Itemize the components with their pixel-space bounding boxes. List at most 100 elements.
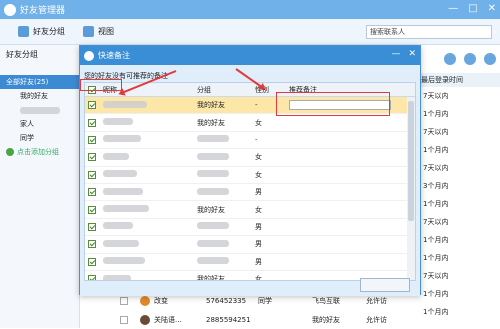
row-id: 576452335 [206, 297, 247, 305]
blurred-group [197, 257, 229, 265]
row-sex: 女 [255, 205, 262, 214]
row-checkbox[interactable] [88, 135, 96, 144]
table-row[interactable]: 男 [85, 184, 415, 202]
row-checkbox[interactable] [88, 118, 96, 127]
last-login-cell: 7天以内 [423, 92, 449, 100]
blurred-nick [103, 135, 141, 143]
last-login-header: 最后登录时间 [415, 73, 500, 87]
row-checkbox[interactable] [88, 222, 96, 231]
view-button[interactable]: 视图 [83, 26, 114, 37]
sidebar-item-classmates[interactable]: 同学 [0, 131, 79, 145]
minimize-icon[interactable]: — [448, 3, 458, 14]
row-group [193, 187, 251, 197]
plus-icon [6, 148, 14, 156]
blurred-text [20, 106, 60, 114]
row-group [193, 170, 251, 179]
annotation-box-remark [276, 92, 390, 116]
blurred-group [197, 135, 229, 143]
row-group [193, 257, 251, 266]
close-icon[interactable]: ✕ [488, 3, 496, 14]
sidebar-item-family[interactable]: 家人 [0, 117, 79, 131]
view-label: 视图 [98, 27, 114, 36]
group-icon[interactable] [464, 53, 476, 65]
row-checkbox[interactable] [88, 188, 96, 197]
app-logo-icon [4, 3, 16, 16]
table-row[interactable]: 女 [85, 149, 415, 167]
confirm-button[interactable] [360, 278, 410, 292]
remark-icon [84, 50, 94, 61]
table-row[interactable]: 男 [85, 236, 415, 254]
blurred-nick [103, 257, 145, 265]
row-checkbox[interactable] [88, 153, 96, 162]
row-group [193, 152, 251, 162]
title-bar: 好友管理器 — □ ✕ [0, 0, 500, 19]
row-permission: 允许访 [366, 297, 387, 305]
add-group-link[interactable]: 点击添加分组 [0, 145, 79, 159]
delete-icon[interactable] [484, 53, 496, 65]
row-checkbox[interactable] [88, 205, 96, 214]
blurred-nick [103, 222, 133, 230]
table-row[interactable]: 男 [85, 219, 415, 237]
blurred-nick [103, 170, 137, 178]
table-row[interactable]: 我的好友 女 [85, 114, 415, 132]
row-sex: 女 [255, 275, 262, 281]
last-login-cell: 1个月内 [423, 200, 449, 208]
blurred-nick [103, 118, 133, 126]
blurred-group [197, 222, 229, 230]
table-row[interactable]: - [85, 132, 415, 150]
sidebar-item-hidden[interactable] [0, 103, 79, 117]
table-row[interactable]: 关陆语... 2885594251 我的好友 允许访 [120, 311, 500, 329]
row-checkbox[interactable] [120, 297, 128, 305]
row-name: 关陆语... [154, 316, 182, 324]
row-group [193, 135, 251, 144]
sidebar: 好友分组 全部好友(25) 我的好友 家人 同学 点击添加分组 [0, 45, 80, 328]
row-group: 我的好友 [197, 205, 225, 214]
maximize-icon[interactable]: □ [468, 3, 477, 14]
last-login-cell: 7天以内 [423, 164, 449, 172]
row-sex: 男 [255, 222, 262, 231]
scroll-thumb[interactable] [408, 101, 414, 221]
row-name: 改变 [154, 297, 168, 305]
friend-group-button[interactable]: 好友分组 [18, 26, 65, 37]
vertical-scrollbar[interactable] [407, 97, 415, 280]
last-login-cell: 7天以内 [423, 128, 449, 136]
row-sex: 女 [255, 170, 262, 179]
avatar [140, 315, 150, 325]
blurred-nick [103, 239, 139, 247]
col-group[interactable]: 分组 [193, 85, 251, 95]
row-sex: 女 [255, 118, 262, 127]
avatar [140, 296, 150, 306]
row-checkbox[interactable] [88, 170, 96, 179]
row-checkbox[interactable] [120, 316, 128, 324]
app-title: 好友管理器 [20, 6, 66, 16]
row-checkbox[interactable] [88, 257, 96, 266]
blurred-group [197, 187, 229, 195]
sidebar-item-my-friends[interactable]: 我的好友 [0, 89, 79, 103]
friends-icon [18, 26, 29, 37]
toolbar: 好友分组 视图 搜索联系人 [0, 19, 500, 45]
add-group-label: 点击添加分组 [17, 148, 59, 156]
add-friend-icon[interactable] [444, 53, 456, 65]
blurred-nick [103, 100, 147, 108]
table-row[interactable]: 男 [85, 254, 415, 271]
last-login-cell: 3个月内 [423, 182, 449, 190]
dialog-minimize-icon[interactable]: — [391, 49, 400, 59]
last-login-column: 最后登录时间 7天以内 1个月内 7天以内 1个月内 7天以内 3个月内 1个月内 7天以内 1… [415, 45, 500, 328]
row-group [193, 222, 251, 231]
last-login-cell: 1个月内 [423, 236, 449, 244]
dialog-title: 快速备注 [98, 51, 130, 60]
row-group: 我的好友 [197, 101, 225, 110]
row-checkbox[interactable] [88, 275, 96, 280]
dialog-close-icon[interactable]: ✕ [408, 49, 416, 59]
table-row[interactable]: 女 [85, 167, 415, 184]
sidebar-item-all[interactable]: 全部好友(25) [0, 75, 79, 89]
row-checkbox[interactable] [88, 240, 96, 249]
row-permission: 允许访 [366, 316, 387, 324]
row-checkbox[interactable] [88, 101, 96, 110]
search-input[interactable]: 搜索联系人 [366, 25, 492, 39]
blurred-group [197, 239, 229, 247]
quick-remark-dialog: 快速备注 — ✕ 您的好友没有可推荐的备注 昵称 分组 性别 推荐备注 我的好友… [79, 45, 421, 296]
table-row[interactable]: 我的好友 女 [85, 201, 415, 219]
friend-group-label: 好友分组 [33, 27, 65, 36]
row-sex: 男 [255, 188, 262, 197]
